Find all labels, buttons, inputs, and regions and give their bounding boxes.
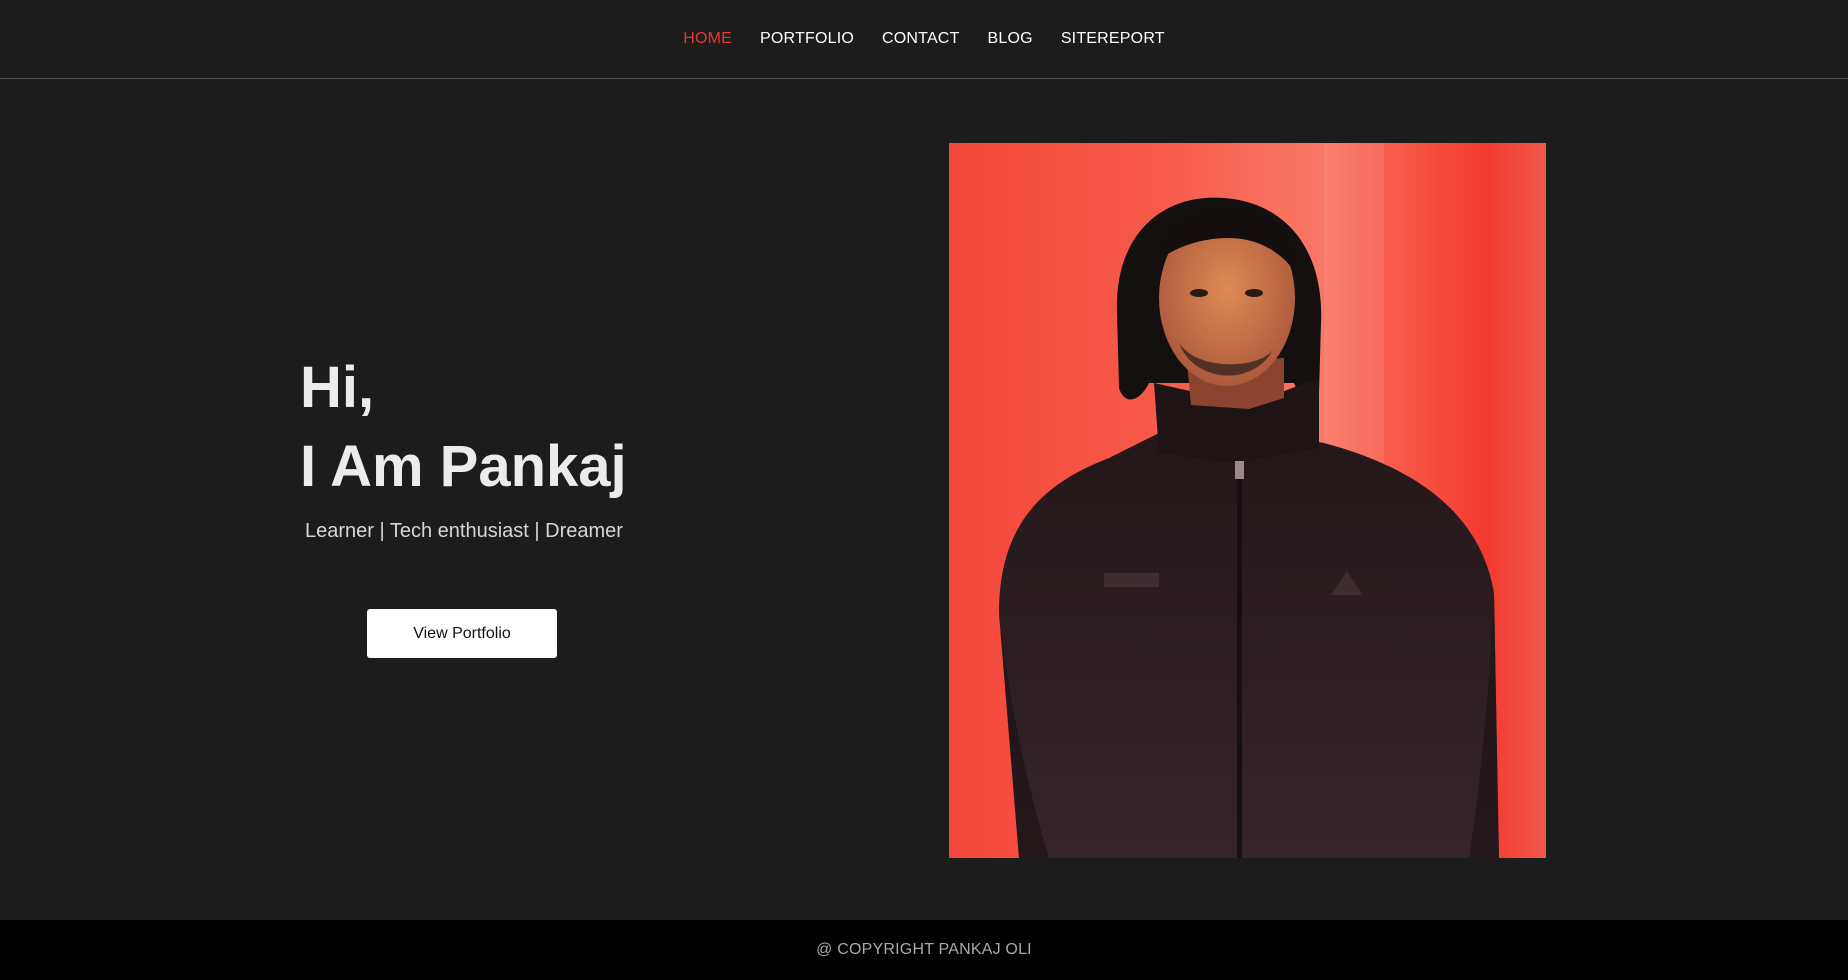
- hero-heading: Hi, I Am Pankaj: [300, 352, 630, 510]
- nav-item-portfolio[interactable]: PORTFOLIO: [760, 30, 854, 48]
- page: HOME PORTFOLIO CONTACT BLOG SITEREPORT H…: [0, 0, 1848, 980]
- profile-photo: [949, 143, 1546, 858]
- nav-item-sitereport[interactable]: SITEREPORT: [1061, 30, 1165, 48]
- nav-item-contact[interactable]: CONTACT: [882, 30, 960, 48]
- hero-greeting: Hi,: [300, 355, 375, 420]
- nav-item-blog[interactable]: BLOG: [988, 30, 1033, 48]
- top-navbar: HOME PORTFOLIO CONTACT BLOG SITEREPORT: [0, 0, 1848, 79]
- nav-item-home[interactable]: HOME: [683, 30, 732, 48]
- view-portfolio-button[interactable]: View Portfolio: [367, 609, 557, 658]
- copyright-text: @ COPYRIGHT PANKAJ OLI: [816, 941, 1032, 958]
- hero-name: I Am Pankaj: [300, 434, 627, 499]
- portrait-illustration: [949, 143, 1546, 858]
- site-footer: @ COPYRIGHT PANKAJ OLI: [0, 920, 1848, 980]
- nav-menu: HOME PORTFOLIO CONTACT BLOG SITEREPORT: [0, 0, 1848, 79]
- hero-tagline: Learner | Tech enthusiast | Dreamer: [305, 520, 623, 542]
